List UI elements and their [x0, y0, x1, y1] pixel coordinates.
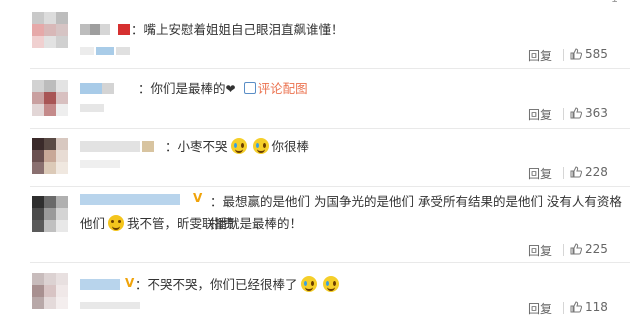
like-count: 363	[585, 106, 608, 120]
crying-face-emoji	[230, 138, 247, 154]
divider	[30, 68, 630, 69]
thumb-up-icon	[570, 243, 582, 255]
like-count: 225	[585, 242, 608, 256]
comment-text: ：你们是最棒的❤ 评论配图	[138, 78, 308, 100]
avatar[interactable]	[32, 80, 68, 116]
comment-text-main: ：不哭不哭，你们已经很棒了	[135, 277, 298, 292]
comment-text: ：小枣不哭 你很棒	[165, 136, 309, 158]
comment-image-link[interactable]: 评论配图	[258, 81, 308, 96]
action-divider	[563, 244, 564, 256]
divider	[30, 128, 630, 129]
crying-face-emoji	[322, 276, 339, 292]
top-separator: 1	[0, 0, 640, 6]
crying-face-emoji	[252, 138, 269, 154]
like-count: 118	[585, 300, 608, 314]
previous-like-count: 1	[611, 0, 618, 5]
picture-icon	[243, 82, 256, 94]
like-count: 228	[585, 165, 608, 179]
action-divider	[563, 302, 564, 314]
gold-v-badge: V	[125, 276, 135, 290]
comment-text-prefix: 他们	[80, 216, 106, 231]
like-count: 585	[585, 47, 608, 61]
smiling-face-emoji	[108, 215, 125, 231]
heart-icon: ❤	[225, 82, 236, 96]
comment-text-tail: 你很棒	[271, 139, 310, 154]
reply-button[interactable]: 回复	[528, 47, 552, 64]
gold-v-badge: V	[193, 191, 203, 205]
reply-button[interactable]: 回复	[528, 242, 552, 259]
thumb-up-icon	[570, 107, 582, 119]
thumb-up-icon	[570, 166, 582, 178]
like-button[interactable]: 585	[570, 47, 608, 61]
action-divider	[563, 108, 564, 120]
like-button[interactable]: 363	[570, 106, 608, 120]
like-button[interactable]: 118	[570, 300, 608, 314]
comment-text-main: ：你们是最棒的	[138, 81, 226, 96]
comment-text: ：嘴上安慰着姐姐自己眼泪直飙谁懂！	[131, 22, 344, 37]
reply-button[interactable]: 回复	[528, 165, 552, 182]
like-button[interactable]: 228	[570, 165, 608, 179]
comment-text-suffix: 我不管，昕雯联播就是最棒的！	[127, 216, 303, 231]
avatar[interactable]	[32, 138, 68, 174]
action-divider	[563, 49, 564, 61]
action-divider	[563, 167, 564, 179]
thumb-up-icon	[570, 48, 582, 60]
thumb-up-icon	[570, 301, 582, 313]
avatar[interactable]	[32, 12, 68, 48]
avatar[interactable]	[32, 196, 68, 232]
comment-text-main: ：小枣不哭	[165, 139, 228, 154]
avatar[interactable]	[32, 273, 68, 309]
comment-text: ：不哭不哭，你们已经很棒了	[135, 274, 342, 296]
crying-face-emoji	[300, 276, 317, 292]
reply-button[interactable]: 回复	[528, 106, 552, 123]
comment-text-continuation: 他们 我不管，昕雯联播就是最棒的！	[80, 213, 302, 235]
like-button[interactable]: 225	[570, 242, 608, 256]
divider	[30, 262, 630, 263]
divider	[30, 186, 630, 187]
reply-button[interactable]: 回复	[528, 300, 552, 317]
